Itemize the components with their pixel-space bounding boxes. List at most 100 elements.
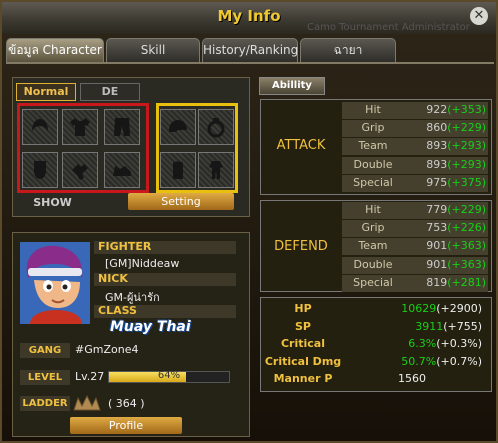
- attack-row-special: Special 975(+375): [342, 174, 488, 192]
- defend-row-double: Double 901(+363): [342, 256, 488, 274]
- attack-stat-name: Double: [353, 157, 393, 171]
- profile-button[interactable]: Profile: [70, 417, 182, 434]
- equip-slot-outfit[interactable]: [198, 152, 234, 188]
- equip-slot-face[interactable]: [22, 152, 58, 188]
- tab-ability[interactable]: Abillity: [259, 77, 325, 95]
- defend-row-hit: Hit 779(+229): [342, 202, 488, 219]
- attack-stat-value: 893(+293): [406, 139, 488, 152]
- defend-stat-base: 901: [426, 257, 448, 271]
- equip-slot-cap[interactable]: [160, 109, 196, 145]
- tab-skill[interactable]: Skill: [106, 38, 200, 62]
- attack-stat-base: 922: [426, 103, 448, 116]
- total-stat-value: 3911(+755): [342, 320, 482, 333]
- my-info-window: Camo Tournament Administrator My Info ✕ …: [0, 0, 498, 443]
- fighter-name: [GM]Niddeaw: [105, 257, 180, 270]
- defend-stat-base: 819: [426, 275, 448, 289]
- tab-de[interactable]: DE: [80, 83, 140, 101]
- attack-row-grip: Grip 860(+229): [342, 120, 488, 138]
- ladder-value: ( 364 ): [108, 397, 145, 410]
- defend-row-team: Team 901(+363): [342, 238, 488, 256]
- ladder-rank-icon: [73, 394, 101, 411]
- gang-value: #GmZone4: [75, 343, 139, 356]
- total-stat-name: Critical Dmg: [264, 354, 342, 368]
- total-stat-bonus: (+2900): [436, 302, 482, 315]
- defend-stat-value: 819(+281): [406, 276, 488, 289]
- level-label: LEVEL: [20, 370, 70, 385]
- level-value: Lv.27: [75, 370, 105, 383]
- defend-stat-value: 901(+363): [406, 239, 488, 252]
- character-portrait: [20, 242, 90, 324]
- close-button[interactable]: ✕: [470, 7, 488, 25]
- setting-button[interactable]: Setting: [128, 193, 234, 210]
- show-button[interactable]: SHOW: [20, 194, 85, 211]
- attack-stat-value: 922(+353): [406, 103, 488, 116]
- total-stat-value: 6.3%(+0.3%): [342, 337, 482, 350]
- backpack-icon: [173, 161, 183, 179]
- level-progress-bar: 64%: [108, 370, 230, 383]
- shirt-icon: [70, 118, 90, 136]
- close-icon: ✕: [473, 8, 485, 23]
- total-stat-value: 50.7%(+0.7%): [342, 355, 482, 368]
- equip-slot-gloves[interactable]: [62, 152, 98, 188]
- total-stat-name: HP: [294, 302, 312, 315]
- equip-slot-shirt[interactable]: [62, 109, 98, 145]
- tab-history-ranking[interactable]: History/Ranking: [202, 38, 298, 62]
- attack-stat-bonus: (+375): [447, 175, 486, 189]
- defend-stat-value: 753(+226): [406, 221, 488, 234]
- total-stat-value: 1560: [342, 372, 482, 385]
- defend-row-grip: Grip 753(+226): [342, 220, 488, 238]
- total-stat-value: 10629(+2900): [342, 302, 482, 315]
- defend-stat-bonus: (+363): [447, 257, 486, 271]
- gloves-icon: [72, 164, 88, 180]
- defend-stat-base: 753: [426, 221, 448, 235]
- defend-stat-base: 779: [426, 203, 448, 216]
- fighter-label: FIGHTER: [98, 240, 152, 253]
- total-stat-base: 10629: [401, 302, 437, 315]
- shoes-icon: [113, 166, 131, 176]
- level-progress-label: 64%: [157, 370, 181, 381]
- defend-stat-base: 901: [426, 239, 448, 253]
- equip-slot-backpack[interactable]: [160, 152, 196, 188]
- title-bar[interactable]: Camo Tournament Administrator My Info ✕: [2, 2, 496, 34]
- hair-icon: [32, 119, 48, 131]
- attack-stat-value: 893(+293): [406, 158, 488, 171]
- defend-row-special: Special 819(+281): [342, 274, 488, 292]
- tab-character[interactable]: ข้อมูล Character: [6, 38, 104, 62]
- equip-slot-ring[interactable]: [198, 109, 234, 145]
- defend-stat-bonus: (+281): [447, 275, 486, 289]
- attack-stat-bonus: (+293): [447, 139, 486, 153]
- attack-stat-bonus: (+293): [447, 157, 486, 171]
- attack-title: ATTACK: [276, 138, 326, 153]
- tab-normal[interactable]: Normal: [16, 83, 76, 101]
- class-logo: Muay Thai: [110, 319, 191, 335]
- total-stat-bonus: (+0.7%): [436, 354, 482, 368]
- nick-label: NICK: [98, 272, 128, 285]
- class-label: CLASS: [98, 304, 137, 317]
- cap-icon: [169, 120, 187, 132]
- equip-slot-pants[interactable]: [104, 109, 140, 145]
- total-stat-base: 3911: [415, 319, 444, 333]
- defend-stat-name: Double: [353, 257, 393, 271]
- total-stat-base: 50.7%: [401, 354, 437, 368]
- defend-stat-bonus: (+229): [447, 203, 486, 216]
- attack-stat-base: 975: [426, 175, 448, 189]
- attack-stat-bonus: (+353): [447, 103, 486, 116]
- equip-slot-hair[interactable]: [22, 109, 58, 145]
- total-stat-name: Critical: [280, 337, 325, 350]
- attack-row-hit: Hit 922(+353): [342, 102, 488, 119]
- attack-stat-name: Hit: [365, 103, 381, 116]
- window-title: My Info: [217, 7, 281, 25]
- tab-divider: [6, 62, 494, 64]
- defend-stat-bonus: (+226): [447, 221, 486, 235]
- tab-title[interactable]: ฉายา: [300, 38, 396, 62]
- total-stat-base: 6.3%: [408, 337, 437, 350]
- attack-stat-name: Grip: [361, 121, 385, 135]
- defend-title: DEFEND: [274, 239, 328, 254]
- attack-stat-base: 893: [426, 139, 448, 153]
- attack-stat-value: 860(+229): [406, 121, 488, 134]
- face-icon: [34, 161, 46, 179]
- total-stat-name: SP: [295, 319, 311, 333]
- defend-stat-bonus: (+363): [447, 239, 486, 253]
- attack-stat-base: 860: [426, 121, 448, 135]
- equip-slot-shoes[interactable]: [104, 152, 140, 188]
